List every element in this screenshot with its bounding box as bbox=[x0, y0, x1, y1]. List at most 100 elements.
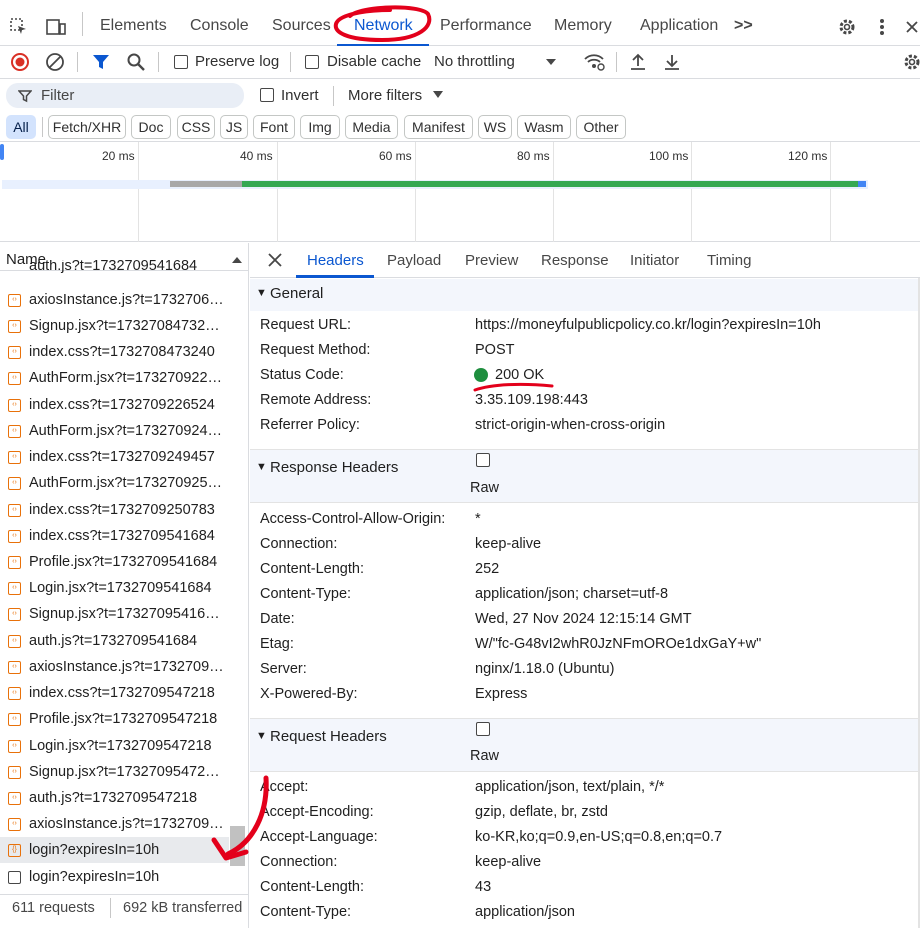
chip-img[interactable]: Img bbox=[300, 115, 340, 139]
list-item[interactable]: ‹› index.css?t=1732709226524 bbox=[0, 392, 229, 418]
import-har-icon[interactable] bbox=[628, 51, 648, 73]
chip-doc[interactable]: Doc bbox=[131, 115, 171, 139]
list-item[interactable]: ‹› auth.js?t=1732709547218 bbox=[0, 785, 229, 811]
detail-tab-payload[interactable]: Payload bbox=[387, 252, 441, 269]
tab-memory[interactable]: Memory bbox=[554, 17, 612, 35]
list-item[interactable]: ‹› index.css?t=1732709547218 bbox=[0, 680, 229, 706]
list-item[interactable]: ‹› AuthForm.jsx?t=173270925… bbox=[0, 470, 229, 496]
export-har-icon[interactable] bbox=[662, 51, 682, 73]
device-toolbar-icon[interactable] bbox=[44, 16, 68, 38]
chip-font[interactable]: Font bbox=[253, 115, 295, 139]
header-value: Wed, 27 Nov 2024 12:15:14 GMT bbox=[475, 611, 692, 627]
detail-tab-initiator[interactable]: Initiator bbox=[630, 252, 679, 269]
tab-performance[interactable]: Performance bbox=[440, 17, 532, 35]
raw-toggle-checkbox[interactable] bbox=[476, 453, 490, 467]
header-name: Server: bbox=[260, 661, 307, 677]
script-file-icon: ‹› bbox=[8, 293, 21, 307]
tab-elements[interactable]: Elements bbox=[100, 17, 167, 35]
raw-toggle-checkbox[interactable] bbox=[476, 722, 490, 736]
tab-sources[interactable]: Sources bbox=[272, 17, 331, 35]
list-item[interactable]: ‹› Login.jsx?t=1732709547218 bbox=[0, 733, 229, 759]
list-item[interactable]: ‹› Signup.jsx?t=17327084732… bbox=[0, 313, 229, 339]
chip-fetch-xhr[interactable]: Fetch/XHR bbox=[48, 115, 126, 139]
invert-checkbox[interactable] bbox=[260, 88, 274, 102]
list-item[interactable]: ‹› Login.jsx?t=1732709541684 bbox=[0, 575, 229, 601]
throttling-select[interactable]: No throttling bbox=[434, 53, 515, 70]
search-icon[interactable] bbox=[126, 52, 146, 72]
network-settings-gear-icon[interactable] bbox=[902, 51, 920, 73]
chip-js[interactable]: JS bbox=[220, 115, 248, 139]
fetch-icon: {} bbox=[8, 843, 21, 857]
chip-other[interactable]: Other bbox=[576, 115, 626, 139]
tab-console[interactable]: Console bbox=[190, 17, 249, 35]
list-item[interactable]: ‹› auth.js?t=1732709541684 bbox=[0, 628, 229, 654]
chip-wasm[interactable]: Wasm bbox=[517, 115, 571, 139]
list-item[interactable]: ‹› Profile.jsx?t=1732709541684 bbox=[0, 549, 229, 575]
header-name: Content-Length: bbox=[260, 879, 364, 895]
section-divider bbox=[250, 771, 918, 772]
header-name: Request Method: bbox=[260, 342, 371, 358]
general-section-header[interactable]: ▼ General bbox=[250, 279, 918, 311]
list-item[interactable]: ‹› index.css?t=1732709250783 bbox=[0, 497, 229, 523]
list-item[interactable]: ‹› axiosInstance.js?t=1732709… bbox=[0, 811, 229, 837]
script-file-icon: ‹› bbox=[8, 555, 21, 569]
raw-label: Raw bbox=[470, 480, 500, 496]
detail-tab-response[interactable]: Response bbox=[541, 252, 609, 269]
detail-tab-preview[interactable]: Preview bbox=[465, 252, 518, 269]
header-name: Etag: bbox=[260, 636, 294, 652]
close-detail-icon[interactable] bbox=[265, 250, 285, 270]
chip-manifest[interactable]: Manifest bbox=[404, 115, 473, 139]
list-item[interactable]: auth.js?t=1732709541684 bbox=[0, 260, 229, 274]
list-item[interactable]: ‹› Signup.jsx?t=17327095416… bbox=[0, 601, 229, 627]
script-file-icon: ‹› bbox=[8, 529, 21, 543]
record-stop-icon[interactable] bbox=[10, 52, 30, 72]
chip-css[interactable]: CSS bbox=[177, 115, 215, 139]
request-headers-section-header[interactable]: ▼ Request Headers Raw bbox=[250, 719, 918, 771]
timeline-tick-label: 20 ms bbox=[102, 149, 135, 163]
detail-tab-headers[interactable]: Headers bbox=[307, 252, 364, 269]
expand-triangle-icon: ▼ bbox=[256, 287, 267, 299]
list-item[interactable]: ‹› AuthForm.jsx?t=173270924… bbox=[0, 418, 229, 444]
preserve-log-checkbox[interactable] bbox=[174, 55, 188, 69]
close-devtools-icon[interactable] bbox=[904, 16, 920, 38]
clear-icon[interactable] bbox=[45, 52, 65, 72]
script-file-icon: ‹› bbox=[8, 424, 21, 438]
tab-application[interactable]: Application bbox=[640, 17, 718, 35]
chip-all[interactable]: All bbox=[6, 115, 36, 139]
list-item[interactable]: ‹› axiosInstance.js?t=1732706… bbox=[0, 287, 229, 313]
network-conditions-icon[interactable] bbox=[582, 51, 606, 73]
list-item[interactable]: ‹› index.css?t=1732708473240 bbox=[0, 339, 229, 365]
settings-gear-icon[interactable] bbox=[836, 16, 858, 38]
more-tabs-icon[interactable]: >> bbox=[734, 17, 753, 35]
invert-label: Invert bbox=[281, 87, 319, 104]
timeline-handle[interactable] bbox=[0, 144, 4, 160]
response-headers-section-header[interactable]: ▼ Response Headers Raw bbox=[250, 450, 918, 502]
request-name: Signup.jsx?t=17327095472… bbox=[29, 764, 220, 780]
list-item[interactable]: ‹› index.css?t=1732709249457 bbox=[0, 444, 229, 470]
header-value: ko-KR,ko;q=0.9,en-US;q=0.8,en;q=0.7 bbox=[475, 829, 723, 845]
list-item[interactable]: {} login?expiresIn=10h bbox=[0, 837, 229, 863]
list-item[interactable]: ‹› index.css?t=1732709541684 bbox=[0, 523, 229, 549]
list-item[interactable]: ‹› Signup.jsx?t=17327095472… bbox=[0, 759, 229, 785]
list-item[interactable]: ‹› axiosInstance.js?t=1732709… bbox=[0, 654, 229, 680]
chip-media[interactable]: Media bbox=[345, 115, 398, 139]
list-item[interactable]: login?expiresIn=10h bbox=[0, 864, 229, 890]
detail-tab-timing[interactable]: Timing bbox=[707, 252, 751, 269]
list-item[interactable]: ‹› AuthForm.jsx?t=173270922… bbox=[0, 365, 229, 391]
kebab-menu-icon[interactable] bbox=[874, 16, 890, 38]
list-item[interactable]: ‹› Profile.jsx?t=1732709547218 bbox=[0, 706, 229, 732]
filter-input[interactable]: Filter bbox=[6, 83, 244, 108]
status-divider bbox=[0, 894, 248, 895]
request-name: auth.js?t=1732709547218 bbox=[29, 790, 198, 806]
chip-ws[interactable]: WS bbox=[478, 115, 512, 139]
section-title: General bbox=[270, 285, 324, 302]
filter-funnel-icon[interactable] bbox=[91, 52, 111, 72]
more-filters-dropdown[interactable]: More filters bbox=[348, 87, 422, 104]
inspect-element-icon[interactable] bbox=[8, 16, 30, 38]
disable-cache-checkbox[interactable] bbox=[305, 55, 319, 69]
timeline-gridline bbox=[553, 142, 554, 242]
header-name: Content-Length: bbox=[260, 561, 364, 577]
header-value: gzip, deflate, br, zstd bbox=[475, 804, 608, 820]
request-name: Signup.jsx?t=17327095416… bbox=[29, 606, 220, 622]
request-name: login?expiresIn=10h bbox=[29, 842, 160, 858]
